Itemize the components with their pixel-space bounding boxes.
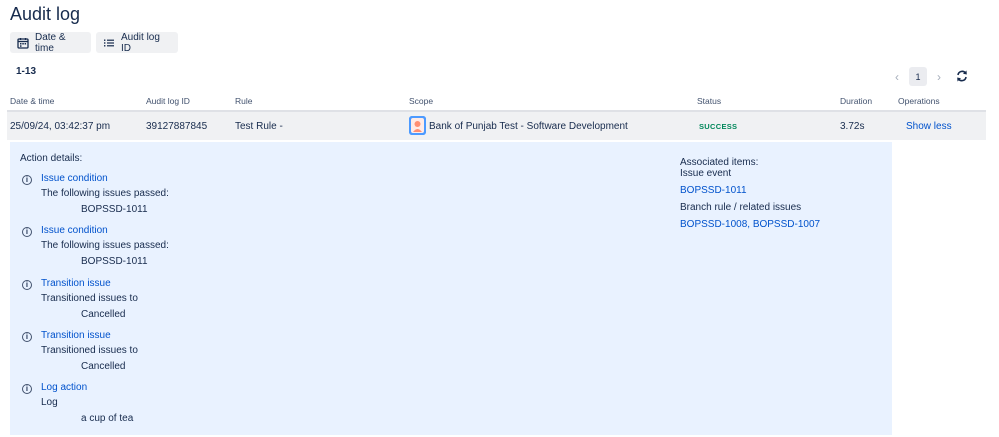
cell-date-time: 25/09/24, 03:42:37 pm: [10, 121, 111, 132]
page-number-1[interactable]: 1: [909, 67, 927, 86]
column-header-rule[interactable]: Rule: [235, 96, 252, 106]
cell-audit-log-id: 39127887845: [146, 121, 208, 132]
action-value: Cancelled: [81, 361, 126, 372]
pagination: ‹ 1 ›: [889, 67, 947, 86]
action-value: Cancelled: [81, 309, 126, 320]
column-header-date-time[interactable]: Date & time: [10, 96, 54, 106]
status-badge: SUCCESS: [699, 122, 738, 131]
result-range: 1-13: [16, 66, 37, 77]
cell-duration: 3.72s: [840, 121, 865, 132]
refresh-icon[interactable]: [955, 69, 969, 83]
calendar-icon: [17, 37, 29, 49]
action-name-link[interactable]: Issue condition: [41, 225, 108, 236]
column-header-status[interactable]: Status: [697, 96, 721, 106]
info-icon: i: [22, 175, 32, 185]
issue-event-link[interactable]: BOPSSD-1011: [680, 185, 747, 196]
action-description: Transitioned issues to: [41, 293, 138, 304]
column-header-duration[interactable]: Duration: [840, 96, 872, 106]
action-name-link[interactable]: Transition issue: [41, 278, 111, 289]
info-icon: i: [22, 227, 32, 237]
chevron-left-icon[interactable]: ‹: [889, 70, 905, 84]
project-avatar: [409, 116, 426, 135]
action-details-title: Action details:: [20, 153, 83, 164]
audit-log-id-filter-button[interactable]: Audit log ID: [96, 31, 178, 54]
action-value: BOPSSD-1011: [81, 204, 148, 215]
action-name-link[interactable]: Issue condition: [41, 173, 108, 184]
column-header-operations: Operations: [898, 96, 940, 106]
action-description: Log: [41, 397, 58, 408]
action-name-link[interactable]: Log action: [41, 382, 87, 393]
audit-log-id-filter-label: Audit log ID: [121, 31, 160, 54]
date-time-filter-button[interactable]: Date & time: [10, 31, 91, 54]
show-less-link[interactable]: Show less: [906, 121, 952, 132]
info-icon: i: [22, 332, 32, 342]
issue-event-label: Issue event: [680, 168, 732, 179]
action-description: The following issues passed:: [41, 188, 169, 199]
chevron-right-icon[interactable]: ›: [931, 70, 947, 84]
info-icon: i: [22, 384, 32, 394]
cell-rule[interactable]: Test Rule -: [235, 121, 283, 132]
action-description: The following issues passed:: [41, 240, 169, 251]
date-time-filter-label: Date & time: [35, 31, 66, 54]
associated-items-title: Associated items:: [680, 157, 759, 168]
list-icon: [103, 37, 115, 49]
action-description: Transitioned issues to: [41, 345, 138, 356]
action-name-link[interactable]: Transition issue: [41, 330, 111, 341]
related-issues-links[interactable]: BOPSSD-1008, BOPSSD-1007: [680, 219, 820, 230]
branch-rule-label: Branch rule / related issues: [680, 202, 802, 213]
action-details-panel: [10, 142, 892, 435]
page-title: Audit log: [10, 4, 81, 24]
column-header-audit-log-id[interactable]: Audit log ID: [146, 96, 190, 106]
column-header-scope[interactable]: Scope: [409, 96, 433, 106]
action-value: a cup of tea: [81, 413, 134, 424]
action-value: BOPSSD-1011: [81, 256, 148, 267]
cell-scope[interactable]: Bank of Punjab Test - Software Developme…: [429, 121, 628, 132]
info-icon: i: [22, 280, 32, 290]
